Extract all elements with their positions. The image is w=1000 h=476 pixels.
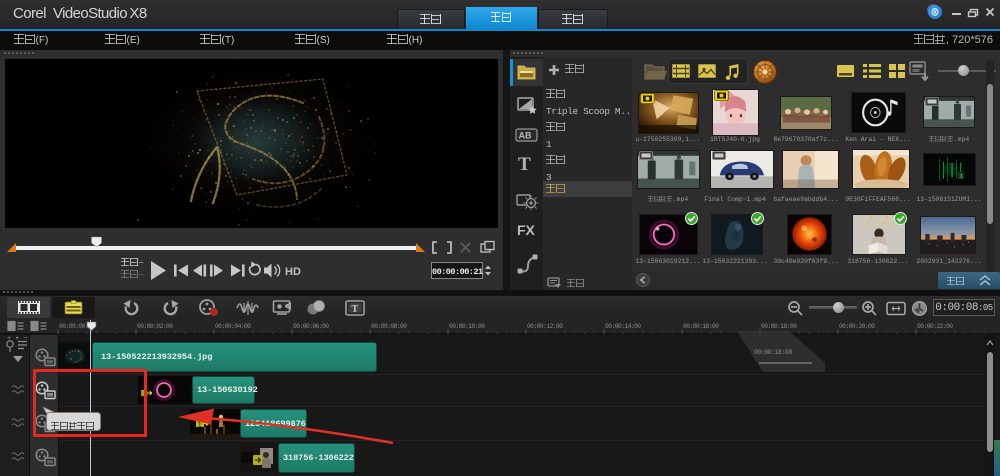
svg-text:00:00:22:00: 00:00:22:00 [917, 323, 953, 330]
svg-text:00:00:08:00: 00:00:08:00 [371, 323, 407, 330]
svg-text:00:00:18:00: 00:00:18:00 [761, 323, 797, 330]
svg-text:AB: AB [519, 131, 532, 141]
svg-text:00:00:10:00: 00:00:10:00 [449, 323, 485, 330]
svg-text:00:00:02:00: 00:00:02:00 [137, 323, 173, 330]
svg-text:00:00:04:00: 00:00:04:00 [215, 323, 251, 330]
svg-text:00:00:16:00: 00:00:16:00 [683, 323, 719, 330]
svg-text:00:00:20:00: 00:00:20:00 [839, 323, 875, 330]
svg-text:HD: HD [285, 266, 301, 278]
svg-text:00:00:12:00: 00:00:12:00 [527, 323, 563, 330]
svg-text:00:00:18:08: 00:00:18:08 [754, 349, 792, 356]
svg-text:00:00:14:00: 00:00:14:00 [605, 323, 641, 330]
svg-text:T: T [352, 304, 359, 315]
svg-text:1: 1 [959, 173, 963, 179]
svg-text:00:00:06:00: 00:00:06:00 [293, 323, 329, 330]
